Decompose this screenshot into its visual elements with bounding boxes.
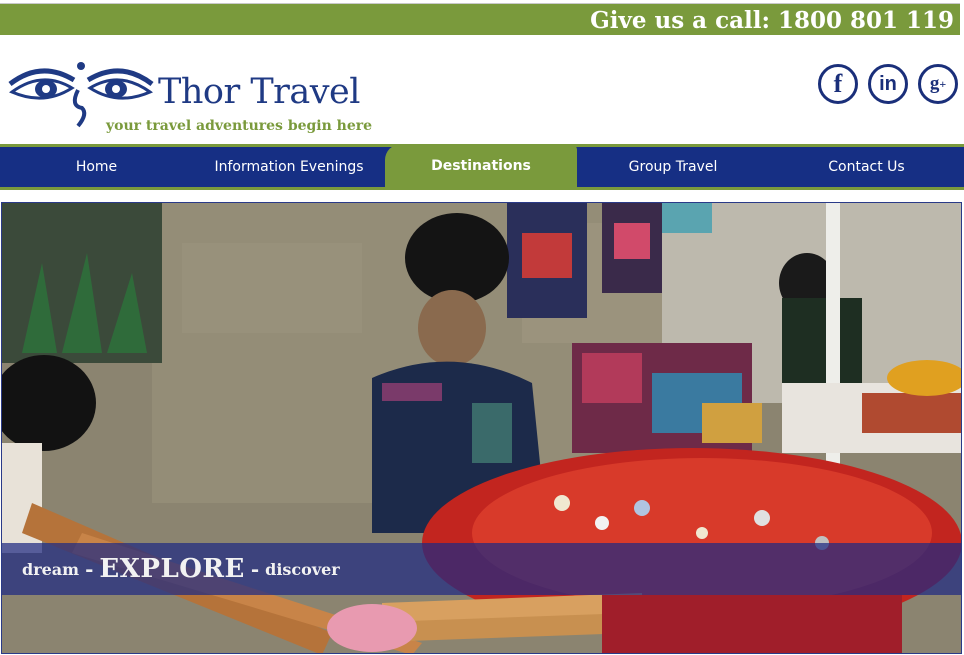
nav-item-information-evenings[interactable]: Information Evenings [193, 147, 385, 187]
call-banner: Give us a call: 1800 801 119 [0, 3, 960, 35]
nav-item-group-travel[interactable]: Group Travel [577, 147, 769, 187]
caption-dream: dream [22, 559, 80, 579]
caption-discover: discover [265, 559, 340, 579]
hero-caption: dream - EXPLORE - discover [2, 543, 961, 595]
logo[interactable]: Thor Travel your travel adventures begin… [6, 56, 372, 134]
social-links: f in g + [818, 64, 958, 104]
nav-bottom-line [0, 187, 964, 190]
nav-bar: Home Information Evenings Destinations G… [0, 144, 964, 187]
brand-name: Thor Travel [158, 72, 360, 112]
caption-dash-2: - [250, 557, 260, 581]
facebook-icon[interactable]: f [818, 64, 858, 104]
nav-item-contact-us[interactable]: Contact Us [769, 147, 964, 187]
caption-dash-1: - [85, 557, 94, 581]
caption-explore: EXPLORE [99, 554, 245, 584]
google-plus-icon[interactable]: g + [918, 64, 958, 104]
nav-item-home[interactable]: Home [0, 147, 193, 187]
main-nav: Home Information Evenings Destinations G… [0, 144, 964, 192]
linkedin-icon[interactable]: in [868, 64, 908, 104]
nav-item-destinations[interactable]: Destinations [385, 144, 577, 187]
site-header: Thor Travel your travel adventures begin… [0, 36, 964, 144]
hero-banner: dream - EXPLORE - discover [1, 202, 962, 654]
brand-tagline: your travel adventures begin here [106, 118, 373, 134]
call-text: Give us a call: 1800 801 119 [590, 7, 954, 34]
